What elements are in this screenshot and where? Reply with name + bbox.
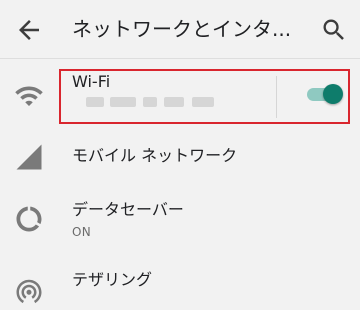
hotspot-icon bbox=[14, 276, 44, 306]
data-saver-label: データセーバー bbox=[72, 200, 184, 219]
wifi-highlight-frame bbox=[59, 69, 350, 124]
mobile-network-row[interactable]: モバイル ネットワーク bbox=[0, 134, 360, 180]
app-bar: ネットワークとインタ... bbox=[0, 0, 360, 58]
data-saver-status: ON bbox=[72, 225, 92, 239]
tethering-label: テザリング bbox=[72, 270, 153, 289]
app-bar-divider bbox=[0, 58, 360, 59]
wifi-icon bbox=[14, 81, 44, 111]
mobile-network-label: モバイル ネットワーク bbox=[72, 146, 238, 165]
search-button[interactable] bbox=[320, 16, 348, 44]
page-title: ネットワークとインタ... bbox=[72, 17, 292, 41]
arrow-back-icon bbox=[19, 20, 39, 40]
search-icon bbox=[323, 19, 344, 40]
back-button[interactable] bbox=[14, 15, 44, 45]
tethering-row[interactable]: テザリング bbox=[0, 262, 360, 304]
data-saver-row[interactable]: データセーバー ON bbox=[0, 192, 360, 244]
cellular-signal-icon bbox=[14, 142, 44, 172]
data-saver-icon bbox=[14, 204, 44, 234]
